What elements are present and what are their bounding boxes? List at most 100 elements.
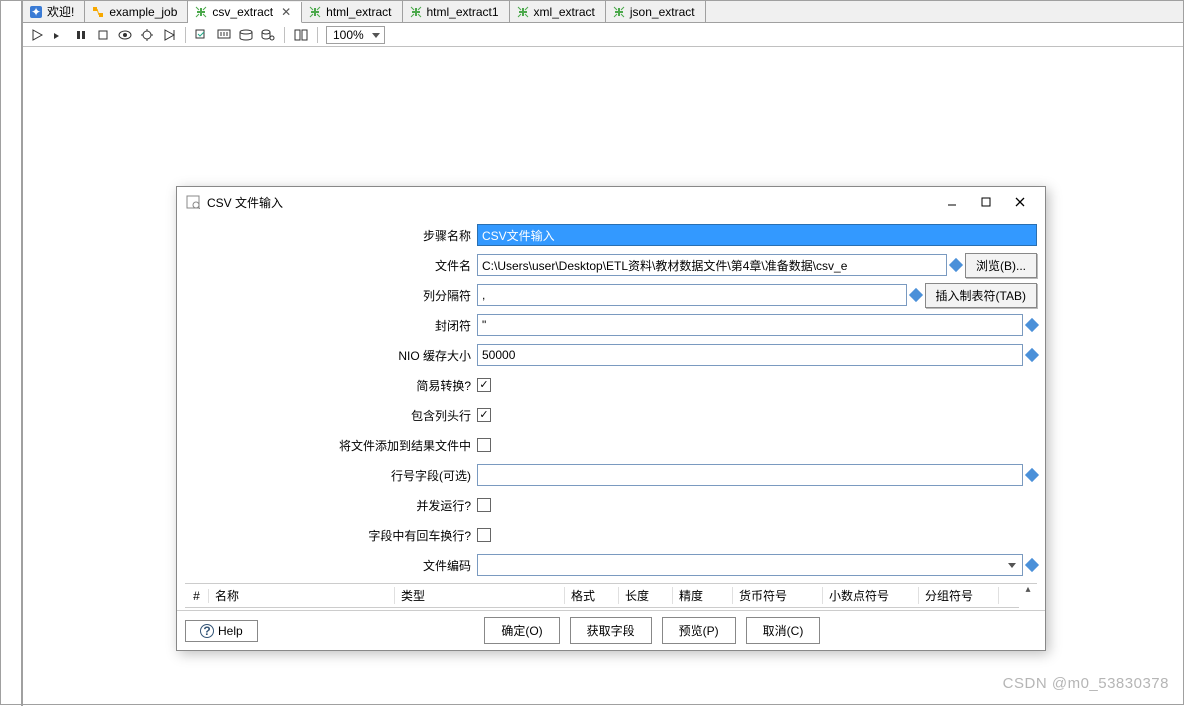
tab-label: 欢迎! bbox=[47, 3, 74, 20]
addresult-label: 将文件添加到结果文件中 bbox=[185, 437, 477, 454]
editor-tabs: ✦ 欢迎! example_job csv_extract ✕ html_ext… bbox=[23, 1, 1183, 23]
col-length[interactable]: 长度 bbox=[619, 587, 673, 604]
variable-indicator-icon bbox=[908, 288, 922, 302]
watermark: CSDN @m0_53830378 bbox=[1003, 675, 1169, 692]
tab-label: html_extract1 bbox=[427, 5, 499, 19]
variable-indicator-icon bbox=[1025, 558, 1039, 572]
ok-button[interactable]: 确定(O) bbox=[484, 617, 559, 644]
csv-step-icon bbox=[185, 194, 201, 210]
step-name-label: 步骤名称 bbox=[185, 227, 477, 244]
buffer-input[interactable] bbox=[477, 344, 1023, 366]
grid-vscroll[interactable]: ▴ ▾ bbox=[1019, 584, 1037, 610]
tab-label: html_extract bbox=[326, 5, 391, 19]
dialog-titlebar[interactable]: CSV 文件输入 bbox=[177, 187, 1045, 217]
trans-icon bbox=[612, 5, 626, 19]
run-config-icon[interactable] bbox=[51, 27, 67, 43]
rownum-label: 行号字段(可选) bbox=[185, 467, 477, 484]
tab-label: csv_extract bbox=[212, 5, 273, 19]
help-button[interactable]: ? Help bbox=[185, 620, 258, 642]
newline-checkbox[interactable] bbox=[477, 528, 491, 542]
tab-label: example_job bbox=[109, 5, 177, 19]
tab-json-extract[interactable]: json_extract bbox=[606, 1, 706, 22]
debug-icon[interactable] bbox=[139, 27, 155, 43]
insert-tab-button[interactable]: 插入制表符(TAB) bbox=[925, 283, 1037, 308]
col-type[interactable]: 类型 bbox=[395, 587, 565, 604]
close-icon[interactable]: ✕ bbox=[277, 5, 291, 19]
close-button[interactable] bbox=[1003, 190, 1037, 214]
parallel-checkbox[interactable] bbox=[477, 498, 491, 512]
stop-icon[interactable] bbox=[95, 27, 111, 43]
variable-indicator-icon bbox=[1025, 348, 1039, 362]
dialog-title: CSV 文件输入 bbox=[207, 194, 283, 211]
replay-icon[interactable] bbox=[161, 27, 177, 43]
tab-html-extract[interactable]: html_extract bbox=[302, 1, 402, 22]
run-icon[interactable] bbox=[29, 27, 45, 43]
col-currency[interactable]: 货币符号 bbox=[733, 587, 823, 604]
col-hash[interactable]: # bbox=[185, 589, 209, 603]
preview-button[interactable]: 预览(P) bbox=[662, 617, 736, 644]
tab-label: json_extract bbox=[630, 5, 695, 19]
tab-html-extract1[interactable]: html_extract1 bbox=[403, 1, 510, 22]
tab-csv-extract[interactable]: csv_extract ✕ bbox=[188, 2, 302, 23]
tab-welcome[interactable]: ✦ 欢迎! bbox=[23, 1, 85, 22]
zoom-value: 100% bbox=[333, 28, 364, 42]
dialog-footer: ? Help 确定(O) 获取字段 预览(P) 取消(C) bbox=[177, 610, 1045, 650]
filename-input[interactable] bbox=[477, 254, 947, 276]
newline-label: 字段中有回车换行? bbox=[185, 527, 477, 544]
col-name[interactable]: 名称 bbox=[209, 587, 395, 604]
variable-indicator-icon bbox=[949, 258, 963, 272]
sql-icon[interactable] bbox=[238, 27, 254, 43]
buffer-label: NIO 缓存大小 bbox=[185, 347, 477, 364]
encoding-select[interactable] bbox=[477, 554, 1023, 576]
header-checkbox[interactable] bbox=[477, 408, 491, 422]
help-icon: ? bbox=[200, 624, 214, 638]
enclosure-label: 封闭符 bbox=[185, 317, 477, 334]
addresult-checkbox[interactable] bbox=[477, 438, 491, 452]
col-decimal[interactable]: 小数点符号 bbox=[823, 587, 919, 604]
lazy-checkbox[interactable] bbox=[477, 378, 491, 392]
show-results-icon[interactable] bbox=[293, 27, 309, 43]
delimiter-label: 列分隔符 bbox=[185, 287, 477, 304]
trans-icon bbox=[409, 5, 423, 19]
col-precision[interactable]: 精度 bbox=[673, 587, 733, 604]
minimize-button[interactable] bbox=[935, 190, 969, 214]
zoom-select[interactable]: 100% bbox=[326, 26, 385, 44]
verify-icon[interactable] bbox=[194, 27, 210, 43]
preview-icon[interactable] bbox=[117, 27, 133, 43]
job-icon bbox=[91, 5, 105, 19]
tab-label: xml_extract bbox=[534, 5, 595, 19]
header-label: 包含列头行 bbox=[185, 407, 477, 424]
tab-example-job[interactable]: example_job bbox=[85, 1, 188, 22]
enclosure-input[interactable] bbox=[477, 314, 1023, 336]
variable-indicator-icon bbox=[1025, 318, 1039, 332]
svg-text:✦: ✦ bbox=[31, 5, 41, 19]
scroll-up-icon[interactable]: ▴ bbox=[1025, 584, 1030, 595]
lazy-label: 简易转换? bbox=[185, 377, 477, 394]
fields-grid: # 名称 类型 格式 长度 精度 货币符号 小数点符号 分组符号 1 bbox=[185, 583, 1037, 610]
pause-icon[interactable] bbox=[73, 27, 89, 43]
col-format[interactable]: 格式 bbox=[565, 587, 619, 604]
grid-header-row: # 名称 类型 格式 长度 精度 货币符号 小数点符号 分组符号 bbox=[185, 584, 1019, 608]
tab-xml-extract[interactable]: xml_extract bbox=[510, 1, 606, 22]
welcome-icon: ✦ bbox=[29, 5, 43, 19]
variable-indicator-icon bbox=[1025, 468, 1039, 482]
parallel-label: 并发运行? bbox=[185, 497, 477, 514]
trans-icon bbox=[308, 5, 322, 19]
col-group[interactable]: 分组符号 bbox=[919, 587, 999, 604]
explore-db-icon[interactable] bbox=[260, 27, 276, 43]
impact-icon[interactable] bbox=[216, 27, 232, 43]
filename-label: 文件名 bbox=[185, 257, 477, 274]
csv-input-dialog: CSV 文件输入 步骤名称 文件名 浏览(B)... 列分隔符 bbox=[176, 186, 1046, 651]
editor-toolbar: 100% bbox=[23, 23, 1183, 47]
help-label: Help bbox=[218, 624, 243, 638]
trans-icon bbox=[516, 5, 530, 19]
delimiter-input[interactable] bbox=[477, 284, 907, 306]
rownum-input[interactable] bbox=[477, 464, 1023, 486]
maximize-button[interactable] bbox=[969, 190, 1003, 214]
getfields-button[interactable]: 获取字段 bbox=[570, 617, 652, 644]
browse-button[interactable]: 浏览(B)... bbox=[965, 253, 1037, 278]
encoding-label: 文件编码 bbox=[185, 557, 477, 574]
step-name-input[interactable] bbox=[477, 224, 1037, 246]
trans-icon bbox=[194, 5, 208, 19]
cancel-button[interactable]: 取消(C) bbox=[746, 617, 821, 644]
